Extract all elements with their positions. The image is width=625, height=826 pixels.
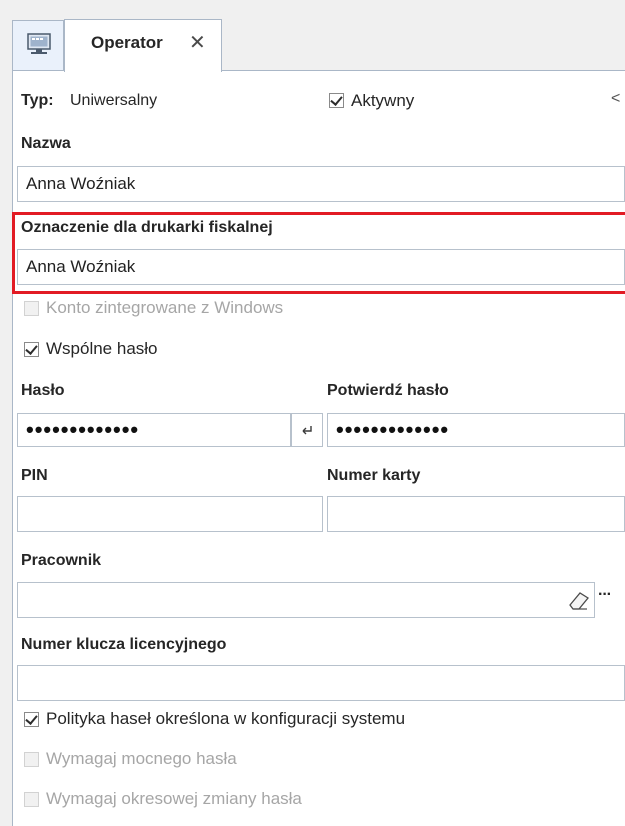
shared-password-label: Wspólne hasło bbox=[46, 339, 158, 358]
card-number-label: Numer karty bbox=[327, 467, 421, 484]
pin-field[interactable] bbox=[17, 496, 323, 532]
fiscal-printer-field[interactable]: Anna Woźniak bbox=[17, 249, 625, 285]
strong-password-checkbox[interactable] bbox=[24, 752, 39, 767]
pin-label: PIN bbox=[21, 467, 48, 484]
select-employee-ellipsis-button[interactable]: ··· bbox=[598, 586, 612, 604]
tab-home[interactable] bbox=[12, 20, 64, 70]
periodic-change-label: Wymagaj okresowej zmiany hasła bbox=[46, 789, 302, 808]
close-icon[interactable]: ✕ bbox=[189, 30, 206, 55]
shared-password-checkbox[interactable] bbox=[24, 342, 39, 357]
employee-label: Pracownik bbox=[21, 552, 102, 569]
tab-operator-label: Operator bbox=[91, 33, 163, 52]
license-key-field[interactable] bbox=[17, 665, 625, 701]
confirm-password-label: Potwierdź hasło bbox=[327, 382, 449, 399]
eraser-icon[interactable] bbox=[565, 588, 593, 612]
strong-password-label: Wymagaj mocnego hasła bbox=[46, 749, 237, 768]
typ-value: Uniwersalny bbox=[70, 92, 158, 109]
nazwa-field[interactable]: Anna Woźniak bbox=[17, 166, 625, 202]
license-key-label: Numer klucza licencyjnego bbox=[21, 636, 227, 653]
password-field[interactable]: ••••••••••••• bbox=[17, 413, 291, 447]
aktywny-checkbox[interactable] bbox=[329, 93, 344, 108]
undo-arrow-icon bbox=[302, 426, 312, 435]
collapse-chevron-icon[interactable]: < bbox=[611, 90, 620, 108]
aktywny-label: Aktywny bbox=[351, 91, 415, 110]
password-label: Hasło bbox=[21, 382, 65, 399]
generate-password-button[interactable] bbox=[291, 413, 323, 447]
windows-account-checkbox[interactable] bbox=[24, 301, 39, 316]
periodic-change-checkbox[interactable] bbox=[24, 792, 39, 807]
employee-field[interactable] bbox=[17, 582, 595, 618]
fiscal-printer-label: Oznaczenie dla drukarki fiskalnej bbox=[21, 219, 273, 236]
password-policy-label: Polityka haseł określona w konfiguracji … bbox=[46, 709, 406, 728]
windows-account-label: Konto zintegrowane z Windows bbox=[46, 298, 284, 317]
password-policy-checkbox[interactable] bbox=[24, 712, 39, 727]
nazwa-label: Nazwa bbox=[21, 135, 71, 152]
tab-bar: Operator ✕ bbox=[0, 0, 625, 72]
card-number-field[interactable] bbox=[327, 496, 625, 532]
typ-label: Typ: bbox=[21, 92, 54, 109]
confirm-password-field[interactable]: ••••••••••••• bbox=[327, 413, 625, 447]
tab-operator[interactable]: Operator ✕ bbox=[64, 19, 222, 72]
